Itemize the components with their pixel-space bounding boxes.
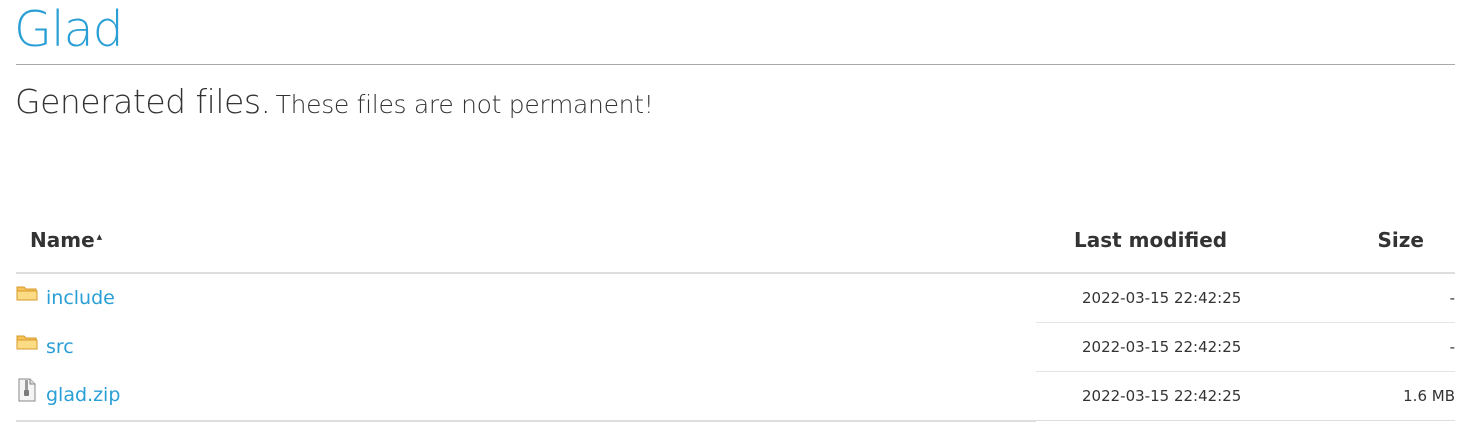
file-listing-table: Name ▴ Last modified Size include 2022-03… xyxy=(16,208,1455,422)
file-link-src[interactable]: src xyxy=(46,336,74,358)
size-cell: - xyxy=(1274,272,1455,323)
size-cell: - xyxy=(1274,322,1455,372)
file-name-cell: src xyxy=(16,323,1036,372)
column-header-size[interactable]: Size xyxy=(1274,208,1455,274)
sort-ascending-icon: ▴ xyxy=(96,230,103,243)
page-heading: Generated files. These files are not per… xyxy=(15,82,654,121)
modified-cell: 2022-03-15 22:42:25 xyxy=(1036,272,1274,323)
file-link-glad-zip[interactable]: glad.zip xyxy=(46,384,120,406)
column-header-name-label: Name xyxy=(30,228,95,252)
column-header-last-modified[interactable]: Last modified xyxy=(1036,208,1274,274)
folder-icon xyxy=(16,333,38,356)
file-name-cell: glad.zip xyxy=(16,371,1036,422)
file-name-cell: include xyxy=(16,273,1036,323)
folder-icon xyxy=(16,284,38,307)
table-header-row: Name ▴ Last modified Size xyxy=(16,208,1455,274)
brand-link[interactable]: Glad xyxy=(14,0,124,60)
page-title: Generated files. xyxy=(15,82,271,121)
column-header-name[interactable]: Name ▴ xyxy=(16,208,1036,274)
modified-cell: 2022-03-15 22:42:25 xyxy=(1036,322,1274,372)
table-row: src 2022-03-15 22:42:25 - xyxy=(16,322,1455,372)
header-divider xyxy=(16,64,1455,65)
file-link-include[interactable]: include xyxy=(46,287,115,309)
table-row: glad.zip 2022-03-15 22:42:25 1.6 MB xyxy=(16,371,1455,422)
zip-file-icon xyxy=(16,378,38,407)
modified-cell: 2022-03-15 22:42:25 xyxy=(1036,371,1274,421)
size-cell: 1.6 MB xyxy=(1274,371,1455,421)
table-row: include 2022-03-15 22:42:25 - xyxy=(16,272,1455,323)
page-subtitle: These files are not permanent! xyxy=(275,90,654,119)
